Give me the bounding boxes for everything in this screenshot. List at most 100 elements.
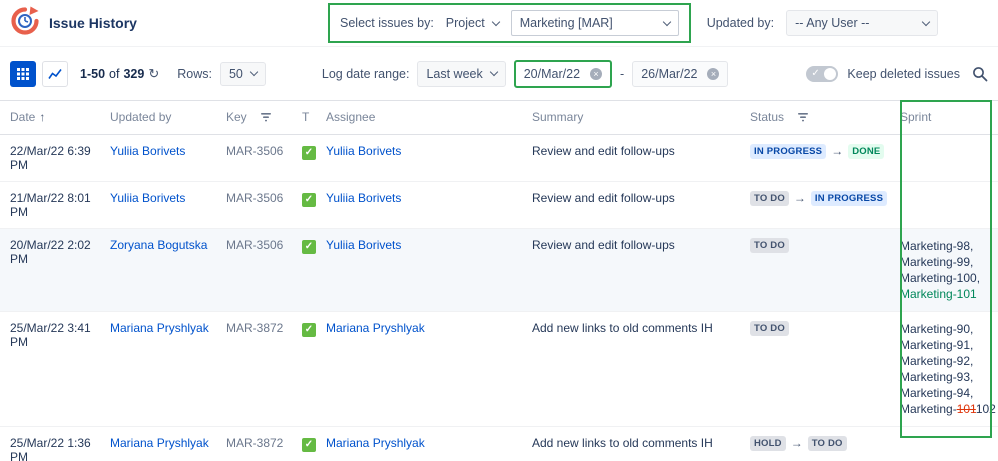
updated-by-link[interactable]: Yuliia Borivets [110,144,185,158]
check-icon [811,67,819,81]
column-label: Sprint [900,110,932,125]
cell-updated-by: Mariana Pryshlyak [110,311,226,427]
column-header-date[interactable]: Date [0,100,110,135]
updated-by-link[interactable]: Zoryana Bogutska [110,238,207,252]
sprint-segment: Marketing- [900,401,957,416]
rows-dropdown[interactable]: 50 [219,61,266,86]
updated-by-link[interactable]: Yuliia Borivets [110,191,185,205]
filter-icon[interactable] [260,111,271,125]
status-transition: TO DO [750,237,894,253]
cell-status: HOLD TO DO [750,426,900,461]
task-type-icon [302,437,316,452]
sprint-segment: Marketing-100, [900,270,981,285]
keep-deleted-toggle[interactable] [806,65,839,82]
select-mode-value: Project [445,16,485,30]
clear-icon[interactable] [707,67,720,80]
grid-view-button[interactable] [10,60,36,87]
updated-by-group: Updated by: -- Any User -- [707,10,939,36]
sprint-value: Marketing-91, [900,337,992,353]
cell-updated-by: Zoryana Bogutska [110,228,226,312]
sprint-value: Marketing-100, [900,270,992,286]
chart-view-button[interactable] [42,60,68,87]
cell-assignee: Yuliia Borivets [326,134,532,182]
updated-by-link[interactable]: Mariana Pryshlyak [110,436,209,450]
status-transition: TO DO [750,320,894,336]
column-label: Updated by [110,110,172,125]
column-header-sprint: Sprint [900,100,998,135]
project-dropdown[interactable]: Marketing [MAR] [510,10,679,36]
assignee-link[interactable]: Yuliia Borivets [326,238,401,252]
sprint-segment: Marketing-99, [900,254,974,269]
page-title: Issue History [49,15,137,31]
assignee-link[interactable]: Mariana Pryshlyak [326,321,425,335]
column-header-key[interactable]: Key [226,100,302,135]
column-header-status[interactable]: Status [750,100,900,135]
sprint-segment: 102 [975,401,996,416]
cell-type [302,228,326,312]
filter-icon[interactable] [798,111,809,125]
pagination-of-label: of [109,66,120,81]
date-range-separator: - [620,66,625,81]
date-preset-dropdown[interactable]: Last week [417,60,506,87]
assignee-link[interactable]: Mariana Pryshlyak [326,436,425,450]
header-bar: Issue History Select issues by: Project … [0,0,998,47]
cell-sprint [900,181,998,229]
status-badge: IN PROGRESS [810,190,888,206]
status-badge: TO DO [807,435,847,451]
cell-key: MAR-3506 [226,181,302,229]
cell-status: TO DO IN PROGRESS [750,181,900,229]
transition-arrow-icon [794,191,806,205]
pagination-range: 1-50 [80,66,106,81]
sprint-segment: Marketing-91, [900,337,974,352]
cell-type [302,134,326,182]
column-label: Assignee [326,110,376,125]
updated-by-dropdown[interactable]: -- Any User -- [786,10,939,36]
status-badge: TO DO [750,190,789,206]
status-badge: HOLD [750,435,786,451]
sprint-value: Marketing-90, [900,321,992,337]
column-label: Summary [532,110,584,125]
table-row: 20/Mar/22 2:02 PM Zoryana Bogutska MAR-350… [0,228,998,312]
clear-icon[interactable] [590,67,603,80]
cell-summary: Review and edit follow-ups [532,181,750,229]
transition-arrow-icon [831,144,843,158]
sprint-segment: Marketing-92, [900,353,974,368]
chevron-down-icon [491,17,500,26]
pagination-total: 329 [123,66,145,81]
table-row: 21/Mar/22 8:01 PM Yuliia Borivets MAR-3506… [0,181,998,229]
task-type-icon [302,192,316,207]
issue-history-table: Date Updated by Key T Assignee Summary Status S… [0,100,998,461]
toolbar: 1-50 of 329 Rows: 50 Log date range: Las… [0,47,998,100]
rows-label: Rows: [177,66,212,81]
cell-assignee: Mariana Pryshlyak [326,311,532,427]
select-mode-dropdown[interactable]: Project [445,16,500,30]
task-type-icon [302,322,316,337]
cell-key: MAR-3872 [226,426,302,461]
sprint-value: Marketing-101102 [900,401,996,417]
updated-by-link[interactable]: Mariana Pryshlyak [110,321,209,335]
cell-summary: Add new links to old comments IH [532,426,750,461]
rows-value: 50 [228,66,243,81]
select-issues-by-label: Select issues by: [340,16,434,30]
column-header-updated-by: Updated by [110,100,226,135]
cell-updated-by: Yuliia Borivets [110,134,226,182]
date-to-input[interactable]: 26/Mar/22 [632,60,729,87]
status-badge: TO DO [750,237,789,253]
assignee-link[interactable]: Yuliia Borivets [326,144,401,158]
cell-date: 25/Mar/22 3:41 PM [0,311,110,427]
assignee-link[interactable]: Yuliia Borivets [326,191,401,205]
refresh-icon[interactable] [148,66,159,82]
chevron-down-icon [662,17,671,26]
search-icon[interactable] [972,66,988,82]
sprint-value: Marketing-99, [900,254,992,270]
column-header-summary: Summary [532,100,750,135]
date-from-input[interactable]: 20/Mar/22 [513,59,613,88]
cell-assignee: Yuliia Borivets [326,228,532,312]
status-badge: TO DO [750,320,789,336]
status-transition: HOLD TO DO [750,435,894,451]
column-label: T [302,110,310,125]
keep-deleted-toggle-group: Keep deleted issues [806,65,960,82]
cell-summary: Review and edit follow-ups [532,228,750,312]
cell-type [302,311,326,427]
status-badge: DONE [848,143,885,159]
